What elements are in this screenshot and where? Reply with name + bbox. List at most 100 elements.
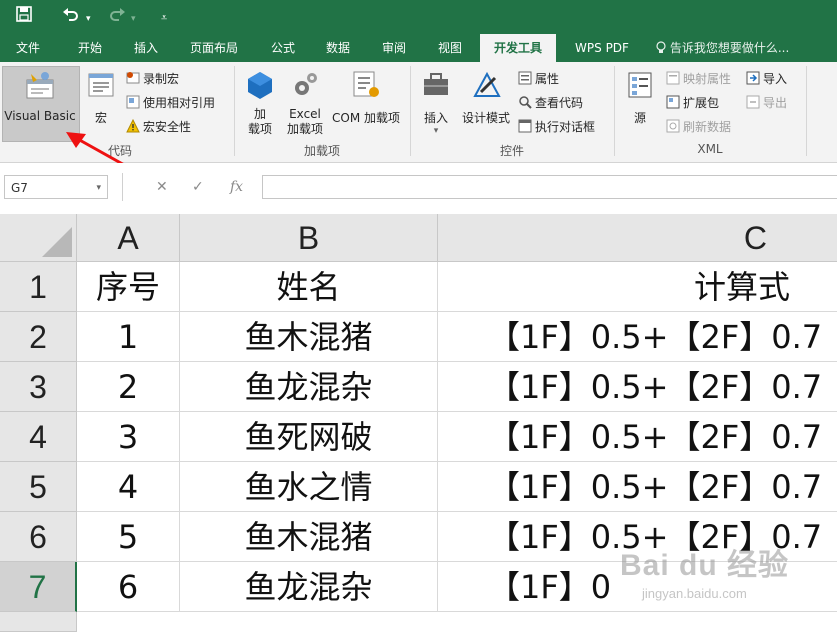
column-header-c[interactable]: C	[438, 214, 837, 262]
cell-c2[interactable]: 【1F】0.5+【2F】0.7	[438, 312, 837, 362]
cell-b2[interactable]: 鱼木混猪	[180, 312, 438, 362]
view-code-icon	[518, 95, 532, 109]
cell-b4[interactable]: 鱼死网破	[180, 412, 438, 462]
group-separator	[410, 66, 411, 156]
enter-icon[interactable]: ✓	[192, 175, 204, 199]
column-header-a[interactable]: A	[77, 214, 180, 262]
import-button[interactable]: 导入	[746, 70, 787, 87]
select-all-corner[interactable]	[0, 214, 77, 262]
undo-icon[interactable]	[62, 6, 80, 27]
properties-button[interactable]: 属性	[518, 70, 559, 87]
name-box[interactable]: G7 ▾	[4, 175, 108, 199]
cell-a2[interactable]: 1	[77, 312, 180, 362]
relative-reference-button[interactable]: 使用相对引用	[126, 94, 215, 111]
row-header[interactable]: 5	[0, 462, 77, 512]
com-addins-label: COM 加载项	[332, 111, 400, 125]
row-header[interactable]: 2	[0, 312, 77, 362]
run-dialog-label: 执行对话框	[535, 120, 596, 134]
cell-b3[interactable]: 鱼龙混杂	[180, 362, 438, 412]
record-macro-button[interactable]: 录制宏	[126, 70, 179, 87]
column-header-b[interactable]: B	[180, 214, 438, 262]
save-icon[interactable]	[16, 6, 32, 27]
tab-formulas[interactable]: 公式	[258, 34, 308, 62]
ribbon-tabs: 文件 开始 插入 页面布局 公式 数据 审阅 视图 开发工具 WPS PDF 告…	[0, 34, 837, 62]
expansion-packs-button[interactable]: 扩展包	[666, 94, 719, 111]
name-box-dropdown-icon[interactable]: ▾	[96, 176, 101, 200]
properties-icon	[518, 71, 532, 85]
tab-wps-pdf[interactable]: WPS PDF	[562, 34, 642, 62]
lightbulb-icon	[656, 41, 670, 55]
visual-basic-label: Visual Basic	[4, 109, 76, 123]
map-properties-icon	[666, 71, 680, 85]
toolbox-icon	[416, 70, 456, 103]
tab-data[interactable]: 数据	[312, 34, 364, 62]
visual-basic-button[interactable]: Visual Basic	[2, 70, 78, 123]
cell-b6[interactable]: 鱼木混猪	[180, 512, 438, 562]
tab-page-layout[interactable]: 页面布局	[176, 34, 252, 62]
tab-review[interactable]: 审阅	[368, 34, 420, 62]
design-mode-icon	[458, 70, 514, 103]
redo-icon[interactable]	[108, 6, 126, 27]
cell-c5[interactable]: 【1F】0.5+【2F】0.7	[438, 462, 837, 512]
row-header[interactable]: 3	[0, 362, 77, 412]
cell-c4[interactable]: 【1F】0.5+【2F】0.7	[438, 412, 837, 462]
tell-me-box[interactable]: 告诉我您想要做什么...	[656, 34, 789, 62]
record-macro-label: 录制宏	[143, 72, 180, 86]
xml-source-button[interactable]: 源	[620, 70, 660, 126]
expansion-packs-label: 扩展包	[683, 96, 720, 110]
cancel-icon[interactable]: ✕	[156, 175, 168, 199]
addins-label-line2: 载项	[247, 122, 272, 136]
insert-dropdown-icon: ▾	[433, 126, 439, 136]
cell-b1[interactable]: 姓名	[180, 262, 438, 312]
com-addins-icon	[328, 70, 404, 103]
cell-a3[interactable]: 2	[77, 362, 180, 412]
row-header[interactable]: 6	[0, 512, 77, 562]
cell-a7[interactable]: 6	[77, 562, 180, 612]
redo-dropdown-icon[interactable]: ▾	[131, 9, 136, 29]
customize-icon[interactable]: ⩡	[161, 8, 167, 28]
cell-b7[interactable]: 鱼龙混杂	[180, 562, 438, 612]
import-label: 导入	[763, 72, 788, 86]
design-mode-button[interactable]: 设计模式	[458, 70, 514, 126]
undo-dropdown-icon[interactable]: ▾	[86, 9, 91, 29]
cell-a1[interactable]: 序号	[77, 262, 180, 312]
addins-button[interactable]: 加 载项	[240, 70, 280, 137]
cell-b5[interactable]: 鱼水之情	[180, 462, 438, 512]
cell-a5[interactable]: 4	[77, 462, 180, 512]
cell-c1[interactable]: 计算式	[438, 262, 837, 312]
tab-home[interactable]: 开始	[62, 34, 118, 62]
cell-a6[interactable]: 5	[77, 512, 180, 562]
excel-addins-button[interactable]: Excel 加载项	[282, 70, 328, 137]
formula-input[interactable]	[262, 175, 837, 199]
export-button[interactable]: 导出	[746, 94, 787, 111]
tell-me-text: 告诉我您想要做什么...	[669, 41, 790, 55]
insert-control-button[interactable]: 插入 ▾	[416, 70, 456, 136]
xml-source-label: 源	[633, 111, 646, 125]
macro-button[interactable]: 宏	[82, 70, 120, 126]
refresh-data-button[interactable]: 刷新数据	[666, 118, 731, 135]
excel-addins-label-line2: 加载项	[286, 122, 323, 136]
insert-function-icon[interactable]: fx	[230, 175, 243, 199]
map-properties-button[interactable]: 映射属性	[666, 70, 731, 87]
properties-label: 属性	[535, 72, 560, 86]
cell-c3[interactable]: 【1F】0.5+【2F】0.7	[438, 362, 837, 412]
tab-view[interactable]: 视图	[424, 34, 476, 62]
row-header[interactable]: 1	[0, 262, 77, 312]
tab-file[interactable]: 文件	[4, 34, 52, 62]
visual-basic-icon	[2, 70, 78, 103]
refresh-icon	[666, 119, 680, 133]
export-icon	[746, 95, 760, 109]
cell-a4[interactable]: 3	[77, 412, 180, 462]
com-addins-button[interactable]: COM 加载项	[328, 70, 404, 126]
title-bar: ▾ ▾ ⩡	[0, 0, 837, 34]
row-header-selected[interactable]: 7	[0, 562, 77, 612]
row-header[interactable]: 4	[0, 412, 77, 462]
view-code-button[interactable]: 查看代码	[518, 94, 583, 111]
row-header-partial[interactable]	[0, 612, 77, 632]
tab-developer[interactable]: 开发工具	[480, 34, 556, 62]
group-separator	[614, 66, 615, 156]
name-box-value: G7	[11, 181, 28, 195]
run-dialog-button[interactable]: 执行对话框	[518, 118, 595, 135]
tab-insert[interactable]: 插入	[120, 34, 172, 62]
controls-group-label: 控件	[499, 144, 524, 158]
